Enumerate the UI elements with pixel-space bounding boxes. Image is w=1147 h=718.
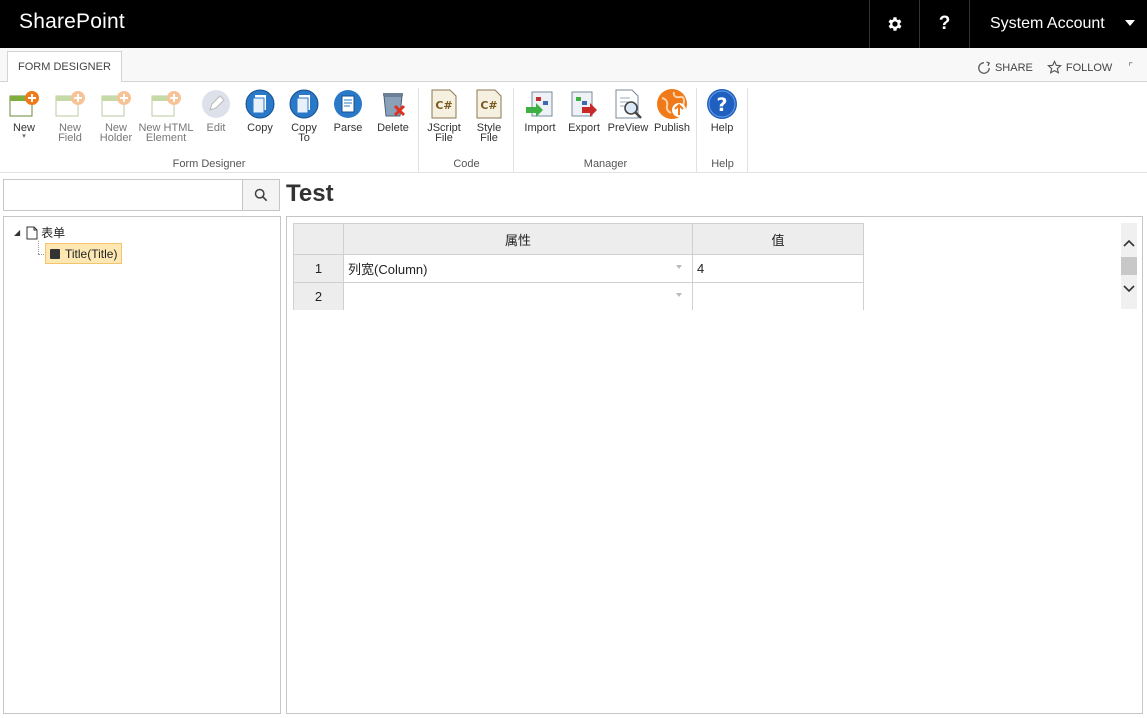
help-circle-icon: ? <box>706 88 738 120</box>
suite-bar: SharePoint ? System Account <box>0 0 1147 48</box>
field-icon <box>50 248 60 259</box>
account-name: System Account <box>990 15 1105 32</box>
tree-search-input[interactable] <box>3 179 243 211</box>
new-html-element-icon <box>150 88 182 120</box>
ribbon-group-form-designer: New ▾ New Field New Holder New HTML Elem… <box>0 88 419 172</box>
tree-node-title[interactable]: Title(Title) <box>45 243 123 264</box>
dropdown-arrow-icon[interactable] <box>676 293 682 297</box>
column-header-property[interactable]: 属性 <box>343 223 693 255</box>
scroll-thumb[interactable] <box>1121 257 1137 275</box>
edit-icon <box>200 88 232 120</box>
group-label-manager: Manager <box>583 158 628 170</box>
export-icon <box>568 88 600 120</box>
edit-button[interactable]: Edit <box>198 88 234 134</box>
csharp-file-icon: C# <box>428 88 460 120</box>
import-button[interactable]: Import <box>520 88 560 134</box>
preview-icon <box>612 88 644 120</box>
property-name: 列宽(Column) <box>348 262 428 277</box>
row-number: 1 <box>293 254 344 283</box>
share-button[interactable]: SHARE <box>977 60 1033 75</box>
ribbon: New ▾ New Field New Holder New HTML Elem… <box>0 82 1147 173</box>
table-row: 1 列宽(Column) 4 <box>293 254 864 283</box>
copy-to-icon <box>288 88 320 120</box>
account-menu[interactable]: System Account <box>969 0 1147 48</box>
page-title: Test <box>286 180 334 207</box>
svg-text:?: ? <box>716 94 727 116</box>
settings-button[interactable] <box>869 0 919 48</box>
table-row: 2 <box>293 282 864 310</box>
chevron-down-icon <box>1125 20 1135 26</box>
share-label: SHARE <box>994 61 1033 74</box>
share-icon <box>978 60 991 74</box>
copy-to-button[interactable]: Copy To <box>286 88 322 144</box>
value-cell[interactable]: 4 <box>692 254 864 283</box>
tree-root-node[interactable]: ◢ 表单 <box>14 224 65 241</box>
new-button[interactable]: New ▾ <box>6 88 42 141</box>
property-grid: 属性 值 1 列宽(Column) 4 2 <box>293 223 864 310</box>
delete-button[interactable]: Delete <box>374 88 412 134</box>
ribbon-group-manager: Import Export PreView Publish Manager <box>515 88 697 172</box>
copy-icon <box>244 88 276 120</box>
help-ribbon-button[interactable]: ? Help <box>704 88 740 134</box>
page-actions: SHARE FOLLOW ⌜ <box>963 60 1133 75</box>
csharp-file-icon: C# <box>473 88 505 120</box>
chevron-down-icon: ▾ <box>22 133 26 140</box>
search-icon <box>254 188 268 202</box>
group-label-form-designer: Form Designer <box>172 158 246 170</box>
publish-button[interactable]: Publish <box>651 88 693 134</box>
new-field-icon <box>54 88 86 120</box>
parse-button[interactable]: Parse <box>330 88 366 134</box>
tab-form-designer[interactable]: FORM DESIGNER <box>7 51 122 83</box>
new-html-element-button[interactable]: New HTML Element <box>138 88 194 144</box>
new-holder-icon <box>100 88 132 120</box>
new-holder-button[interactable]: New Holder <box>96 88 136 144</box>
tree-root-label: 表单 <box>41 226 66 240</box>
ribbon-group-code: C# JScript File C# Style File Code <box>420 88 514 172</box>
grid-header-row: 属性 值 <box>293 223 864 255</box>
group-label-help: Help <box>711 158 734 170</box>
dropdown-arrow-icon[interactable] <box>676 265 682 269</box>
new-field-button[interactable]: New Field <box>50 88 90 144</box>
value-cell[interactable] <box>692 282 864 310</box>
preview-button[interactable]: PreView <box>607 88 649 134</box>
search-button[interactable] <box>242 179 280 211</box>
tree-expanded-icon[interactable]: ◢ <box>14 228 20 237</box>
grid-scrollbar[interactable] <box>1121 223 1137 309</box>
ribbon-tab-row: FORM DESIGNER SHARE FOLLOW ⌜ <box>0 48 1147 83</box>
follow-button[interactable]: FOLLOW <box>1046 60 1113 75</box>
parse-icon <box>332 88 364 120</box>
svg-text:C#: C# <box>480 99 497 112</box>
new-form-icon <box>8 88 40 120</box>
form-tree-panel: ◢ 表单 Title(Title) <box>3 216 281 714</box>
svg-text:C#: C# <box>435 99 452 112</box>
jscript-file-button[interactable]: C# JScript File <box>425 88 463 144</box>
ribbon-group-help: ? Help Help <box>698 88 748 172</box>
gear-icon <box>888 17 901 31</box>
import-icon <box>524 88 556 120</box>
property-select-cell[interactable]: 列宽(Column) <box>343 254 693 283</box>
property-grid-panel: 属性 值 1 列宽(Column) 4 2 <box>286 216 1143 714</box>
follow-label: FOLLOW <box>1065 61 1113 74</box>
scroll-up-icon[interactable] <box>1121 233 1137 253</box>
focus-on-content-icon[interactable]: ⌜ <box>1128 62 1133 73</box>
document-icon <box>26 226 38 239</box>
sharepoint-brand[interactable]: SharePoint <box>19 10 125 34</box>
help-button[interactable]: ? <box>919 0 969 48</box>
grid-corner-cell <box>293 223 344 255</box>
property-select-cell[interactable] <box>343 282 693 310</box>
column-header-value[interactable]: 值 <box>692 223 864 255</box>
style-file-button[interactable]: C# Style File <box>470 88 508 144</box>
group-label-code: Code <box>453 158 480 170</box>
tree-node-label: Title(Title) <box>65 246 118 261</box>
row-number: 2 <box>293 282 344 310</box>
copy-button[interactable]: Copy <box>242 88 278 134</box>
scroll-down-icon[interactable] <box>1121 279 1137 299</box>
star-icon <box>1046 60 1062 74</box>
delete-icon <box>377 88 409 120</box>
export-button[interactable]: Export <box>564 88 604 134</box>
tree-connector <box>38 241 39 254</box>
help-icon: ? <box>938 13 951 34</box>
publish-globe-icon <box>656 88 688 120</box>
